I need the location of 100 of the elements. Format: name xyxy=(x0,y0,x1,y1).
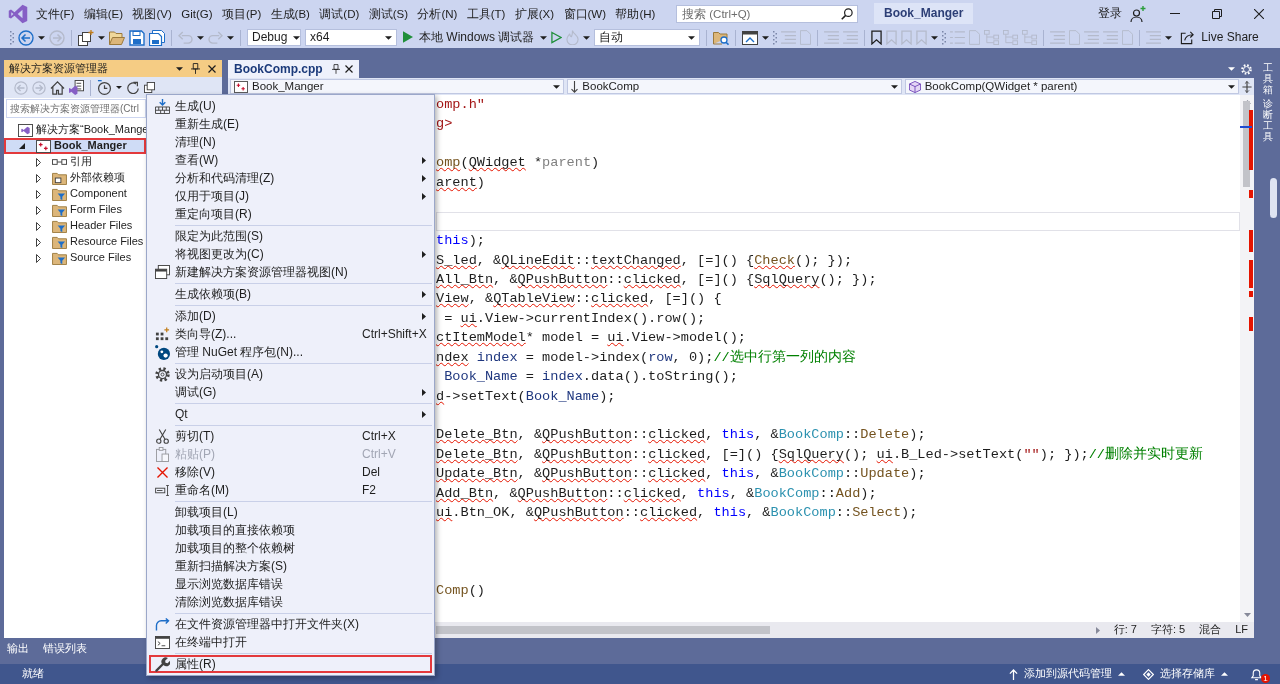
panel-tab[interactable]: 输出 xyxy=(5,641,31,657)
search-field[interactable]: 搜索解决方案资源管理器(Ctrl xyxy=(6,99,146,118)
menu-item[interactable]: 加载项目的整个依赖树 xyxy=(149,539,432,557)
refresh-icon[interactable] xyxy=(126,80,140,95)
caret-down-icon[interactable] xyxy=(116,86,122,89)
home-icon[interactable] xyxy=(50,80,65,95)
menu-item[interactable]: 管理 NuGet 程序包(N)... xyxy=(149,343,432,361)
search-icon[interactable] xyxy=(841,7,854,20)
menu-item[interactable]: 属性(R) xyxy=(149,655,432,673)
split-icon[interactable] xyxy=(1242,80,1252,93)
caret-down-icon[interactable] xyxy=(583,35,591,40)
scroll-down-icon[interactable] xyxy=(1244,613,1251,617)
menu-item[interactable]: 显示浏览数据库错误 xyxy=(149,575,432,593)
expander-icon[interactable] xyxy=(35,189,41,199)
menu-item[interactable]: 加载项目的直接依赖项 xyxy=(149,521,432,539)
grip-icon[interactable] xyxy=(773,30,778,45)
vertical-scrollbar[interactable] xyxy=(1240,95,1254,622)
caret-down-icon[interactable] xyxy=(227,35,234,40)
stack-frame-dropdown[interactable]: 自动 xyxy=(594,29,701,46)
menu-item[interactable]: 重新扫描解决方案(S) xyxy=(149,557,432,575)
menu-item[interactable]: 调试(G) xyxy=(149,383,432,401)
menu-item[interactable]: 视图(V) xyxy=(127,3,177,24)
menu-item[interactable]: 仅用于项目(J) xyxy=(149,187,432,205)
menu-item[interactable]: 测试(S) xyxy=(363,3,413,24)
document-tab[interactable]: BookComp.cpp xyxy=(228,60,359,78)
window-icon[interactable] xyxy=(742,30,759,45)
logo-document-icon[interactable] xyxy=(69,80,84,95)
caret-down-icon[interactable] xyxy=(38,35,45,40)
menu-item[interactable]: 工具(T) xyxy=(462,3,511,24)
vertical-tab[interactable]: 诊断工具 xyxy=(1263,98,1273,142)
tree-item[interactable]: 外部依赖项 xyxy=(4,170,146,186)
close-icon[interactable] xyxy=(1254,8,1264,19)
back-icon[interactable] xyxy=(18,29,34,46)
menu-item[interactable]: 生成(U) xyxy=(149,97,432,115)
tree-item[interactable]: Component xyxy=(4,186,146,202)
tree-item[interactable]: Form Files xyxy=(4,202,146,218)
source-control-button[interactable]: 添加到源代码管理 xyxy=(1009,667,1125,681)
panel-tab[interactable]: 错误列表 xyxy=(41,641,89,657)
save-all-icon[interactable] xyxy=(149,29,165,46)
settings-icon[interactable] xyxy=(1241,63,1252,75)
menu-item[interactable]: 在终端中打开 xyxy=(149,633,432,651)
menu-item[interactable]: 分析和代码清理(Z) xyxy=(149,169,432,187)
menu-item[interactable]: 添加(D) xyxy=(149,307,432,325)
caret-down-icon[interactable] xyxy=(197,35,204,40)
tree-item[interactable]: Source Files xyxy=(4,250,146,266)
close-icon[interactable] xyxy=(344,65,353,73)
tree-item[interactable]: Book_Manger xyxy=(4,138,146,154)
navigation-dropdown[interactable]: Book_Manger xyxy=(230,79,565,94)
expander-icon[interactable] xyxy=(19,143,25,149)
pin-icon[interactable] xyxy=(191,63,200,74)
menu-item[interactable]: 类向导(Z)... Ctrl+Shift+X xyxy=(149,325,432,343)
person-add-icon[interactable] xyxy=(1130,5,1146,22)
menu-item[interactable]: 项目(P) xyxy=(217,3,266,24)
caret-down-icon[interactable] xyxy=(176,66,183,71)
menu-item[interactable]: 限定为此范围(S) xyxy=(149,227,432,245)
expander-icon[interactable] xyxy=(35,157,41,167)
clock-icon[interactable] xyxy=(97,80,112,95)
caret-down-icon[interactable] xyxy=(762,35,770,40)
configuration-dropdown[interactable]: Debug xyxy=(247,29,301,46)
menu-item[interactable]: 新建解决方案资源管理器视图(N) xyxy=(149,263,432,281)
menu-item[interactable]: 调试(D) xyxy=(314,3,364,24)
menu-item[interactable]: 设为启动项目(A) xyxy=(149,365,432,383)
menu-item[interactable]: 将视图更改为(C) xyxy=(149,245,432,263)
menu-item[interactable]: 扩展(X) xyxy=(510,3,559,24)
scrollbar-thumb[interactable] xyxy=(1269,178,1277,218)
menu-item[interactable]: 帮助(H) xyxy=(610,3,661,24)
menu-item[interactable]: 生成依赖项(B) xyxy=(149,285,432,303)
navigation-dropdown[interactable]: BookComp xyxy=(567,79,902,94)
horizontal-scrollbar[interactable] xyxy=(436,626,1100,634)
menu-item[interactable]: 剪切(T) Ctrl+X xyxy=(149,427,432,445)
menu-item[interactable]: 卸载项目(L) xyxy=(149,503,432,521)
menu-item[interactable]: 清理(N) xyxy=(149,133,432,151)
vertical-tab[interactable]: 工具箱 xyxy=(1263,62,1273,95)
save-icon[interactable] xyxy=(129,29,145,46)
sign-in-link[interactable]: 登录 xyxy=(1098,6,1122,21)
vs-logo-icon[interactable] xyxy=(8,3,28,24)
caret-down-icon[interactable] xyxy=(1165,35,1173,40)
expander-icon[interactable] xyxy=(35,237,41,247)
tree-item[interactable]: Resource Files xyxy=(4,234,146,250)
repository-button[interactable]: 选择存储库 xyxy=(1143,667,1228,681)
caret-down-icon[interactable] xyxy=(931,35,939,40)
tree-item[interactable]: 引用 xyxy=(4,154,146,170)
platform-dropdown[interactable]: x64 xyxy=(305,29,397,46)
menu-item[interactable]: 分析(N) xyxy=(412,3,463,24)
expander-icon[interactable] xyxy=(35,253,41,263)
close-icon[interactable] xyxy=(208,64,216,73)
navigation-dropdown[interactable]: BookComp(QWidget * parent) xyxy=(904,79,1239,94)
grip-icon[interactable] xyxy=(10,30,14,45)
menu-item[interactable]: Git(G) xyxy=(176,3,218,24)
tree-item[interactable]: 解决方案“Book_Mange xyxy=(4,122,146,138)
new-project-icon[interactable] xyxy=(78,29,94,46)
folder-search-icon[interactable] xyxy=(713,29,730,46)
scrollbar-thumb[interactable] xyxy=(436,626,770,634)
menu-item[interactable]: 文件(F) xyxy=(31,3,80,24)
search-field[interactable]: 搜索 (Ctrl+Q) xyxy=(676,4,859,23)
menu-item[interactable]: 查看(W) xyxy=(149,151,432,169)
bell-icon[interactable] xyxy=(1250,667,1263,681)
expander-icon[interactable] xyxy=(35,173,41,183)
grip-icon[interactable] xyxy=(942,30,947,45)
caret-down-icon[interactable] xyxy=(540,35,548,40)
